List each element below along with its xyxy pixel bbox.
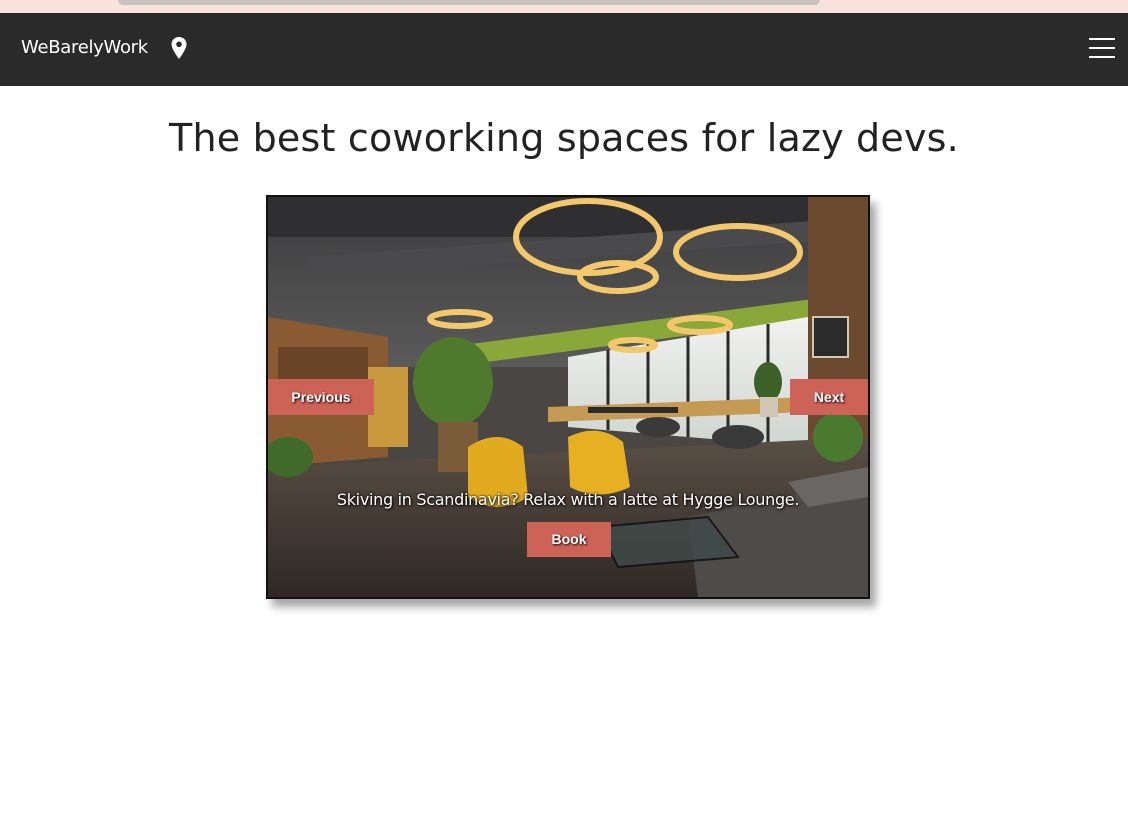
brand-logo[interactable]: WeBarelyWork — [21, 37, 148, 58]
page-title: The best coworking spaces for lazy devs. — [169, 116, 959, 160]
previous-button[interactable]: Previous — [268, 379, 374, 415]
browser-scrollbar[interactable] — [118, 0, 820, 5]
browser-top-strip — [0, 0, 1128, 13]
book-button[interactable]: Book — [527, 522, 611, 557]
hamburger-menu-icon[interactable] — [1089, 37, 1115, 59]
navbar: WeBarelyWork — [0, 13, 1128, 86]
map-pin-icon — [171, 37, 187, 59]
next-button[interactable]: Next — [790, 379, 868, 415]
carousel-slide: Previous Next Skiving in Scandinavia? Re… — [266, 195, 870, 599]
slide-caption: Skiving in Scandinavia? Relax with a lat… — [336, 490, 800, 509]
